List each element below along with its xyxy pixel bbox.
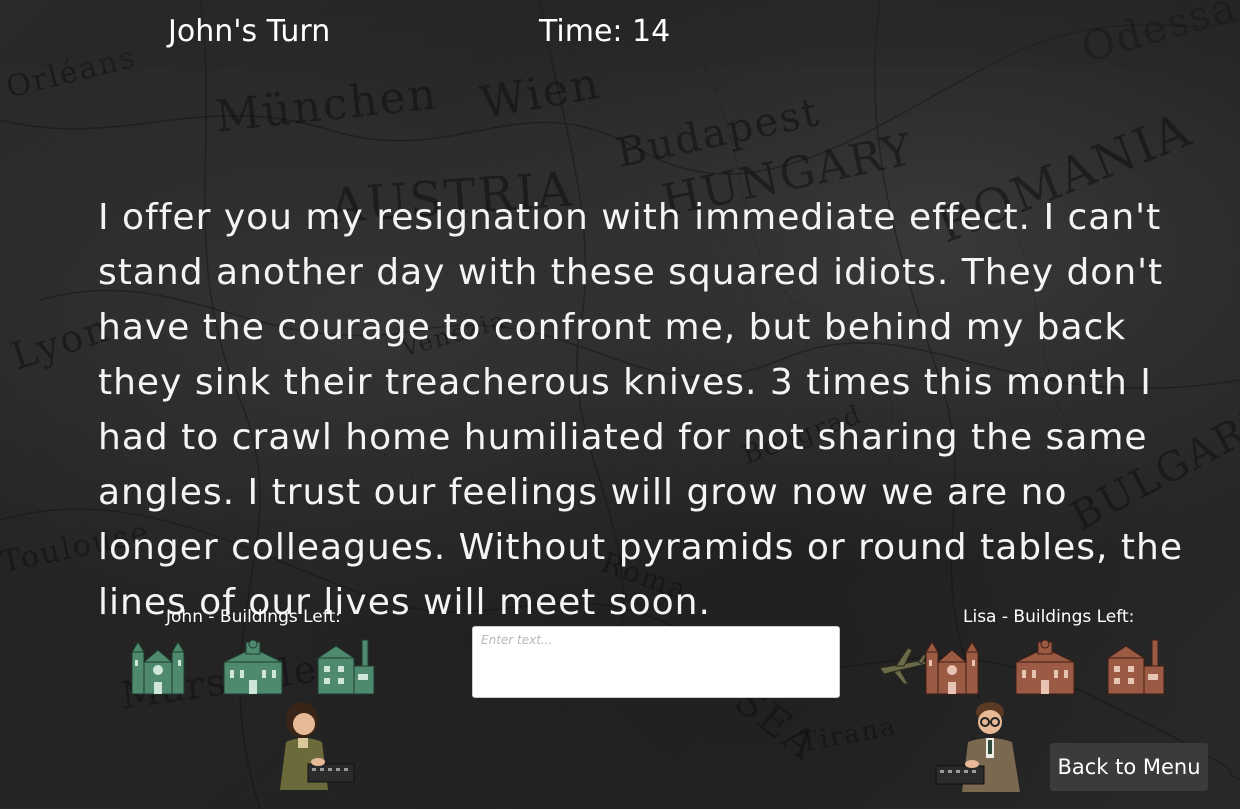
back-to-menu-button[interactable]: Back to Menu [1050,743,1208,791]
airplane-icon [879,647,927,685]
turn-timer: Time: 14 [539,14,671,49]
factory-icon [316,639,375,695]
palace-icon [223,640,283,695]
typist-man-avatar [935,702,1020,792]
cathedral-icon [925,641,979,695]
factory-icon [1106,639,1165,695]
typist-woman-avatar [280,702,355,790]
message-input[interactable] [472,626,840,698]
message-text: I offer you my resignation with immediat… [98,197,1183,623]
lisa-buildings-label: Lisa - Buildings Left: [963,607,1135,627]
cathedral-icon [131,641,185,695]
palace-icon [1015,640,1075,695]
john-buildings-label: John - Buildings Left: [166,607,341,627]
turn-indicator: John's Turn [168,14,331,49]
